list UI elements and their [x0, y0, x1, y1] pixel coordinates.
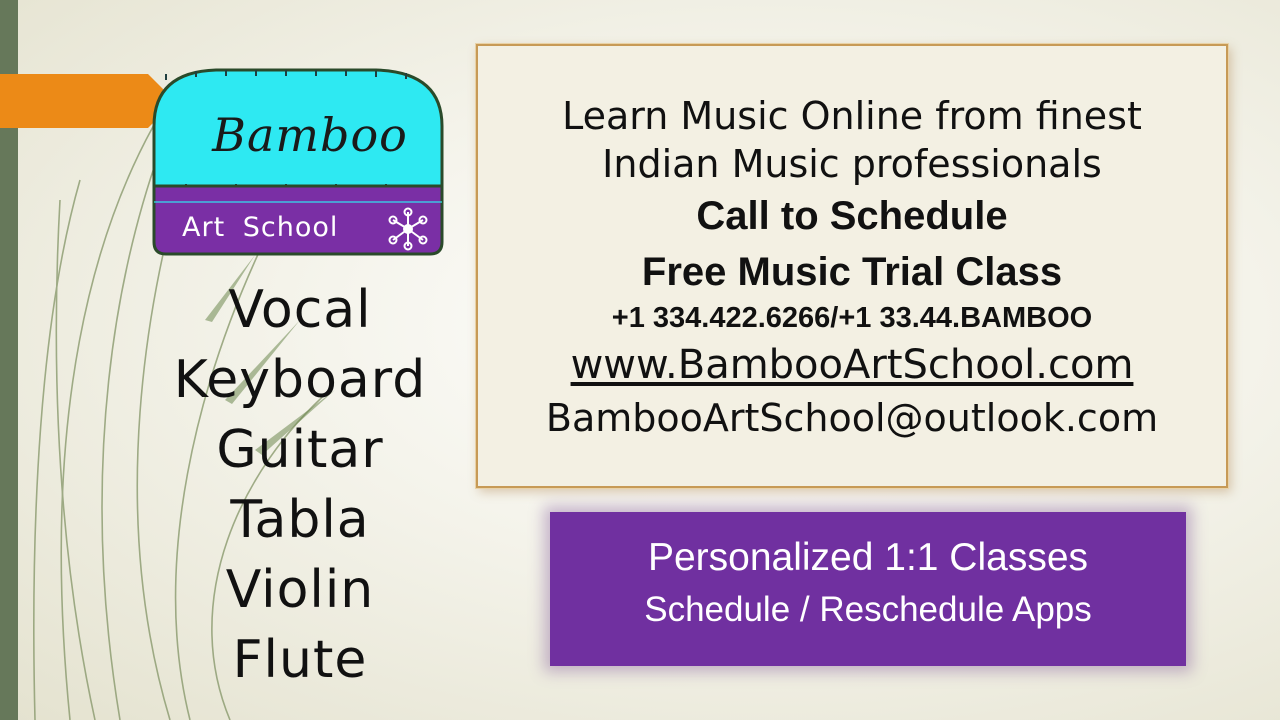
promo-line-1: Personalized 1:1 Classes — [647, 536, 1089, 579]
network-nodes-icon — [388, 207, 428, 251]
instrument-flute: Flute — [232, 630, 368, 690]
instrument-violin: Violin — [225, 560, 375, 620]
phone-numbers: +1 334.422.6266/+1 33.44.BAMBOO — [611, 302, 1093, 334]
contact-info-card: Learn Music Online from finest Indian Mu… — [476, 44, 1228, 488]
email-address: BambooArtSchool@outlook.com — [545, 396, 1159, 440]
website-link[interactable]: www.BambooArtSchool.com — [478, 342, 1226, 388]
personalized-classes-banner: Personalized 1:1 Classes Schedule / Resc… — [550, 512, 1186, 666]
instrument-guitar: Guitar — [216, 420, 384, 480]
instrument-tabla: Tabla — [230, 490, 370, 550]
logo-title: Bamboo — [212, 108, 408, 162]
instrument-vocal: Vocal — [228, 280, 372, 340]
promo-line-2: Schedule / Reschedule Apps — [644, 590, 1092, 629]
cta-call-to-schedule: Call to Schedule — [696, 194, 1008, 238]
cta-free-trial: Free Music Trial Class — [641, 250, 1063, 294]
logo-subtitle: Art School — [182, 212, 339, 243]
instrument-keyboard: Keyboard — [173, 350, 427, 410]
tagline-line-2: Indian Music professionals — [602, 142, 1102, 186]
instrument-list: Vocal Keyboard Guitar Tabla Violin Flute — [150, 278, 450, 698]
tagline-line-1: Learn Music Online from finest — [562, 94, 1142, 138]
